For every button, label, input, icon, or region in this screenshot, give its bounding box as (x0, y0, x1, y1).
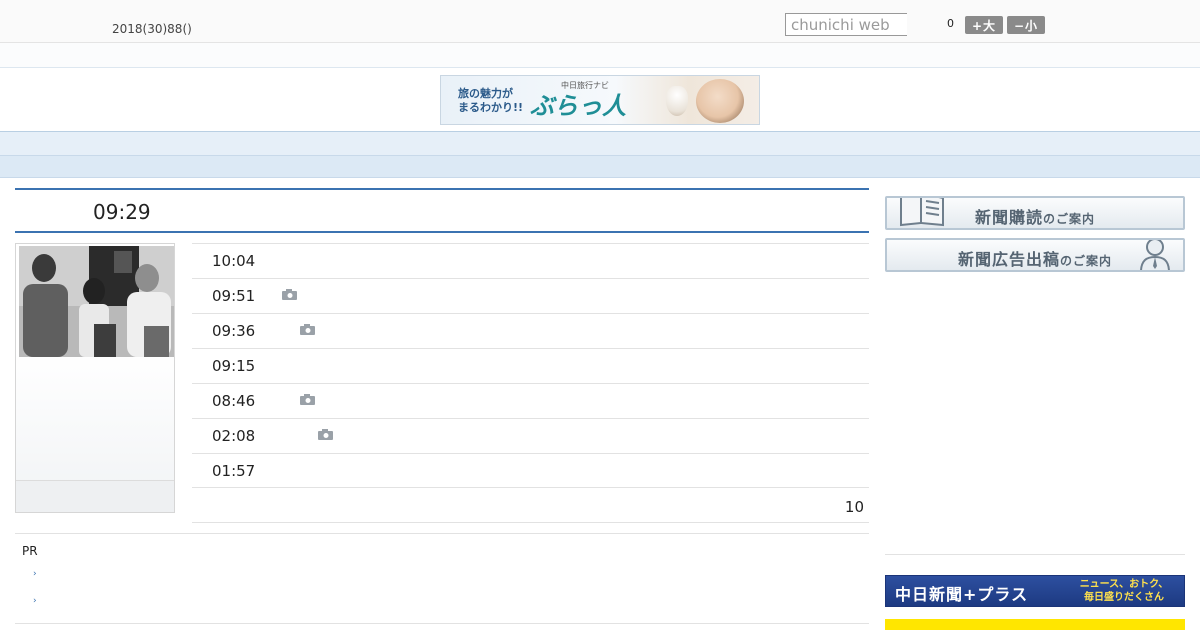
subscribe-button[interactable]: 新聞購読のご案内 (885, 196, 1185, 230)
subscribe-label-sub: のご案内 (1043, 212, 1096, 226)
camera-icon (282, 289, 297, 300)
more-link[interactable]: 10 (845, 498, 864, 516)
subscribe-label-main: 新聞購読 (974, 208, 1043, 227)
camera-icon (300, 394, 315, 405)
pr-box: PR › › (15, 533, 869, 624)
news-row[interactable]: 01:57 (192, 453, 869, 488)
travel-banner-ad[interactable]: 旅の魅力が まるわかり!! 中日旅行ナビ ぶらっ人 (440, 75, 760, 125)
banner-tagline-line2: まるわかり!! (458, 101, 524, 114)
sub-nav (0, 156, 1200, 178)
plus-banner-subtitle-line2: 毎日盛りだくさん (1084, 592, 1164, 603)
plus-banner-subtitle-line1: ニュース、おトク、 (1079, 579, 1169, 590)
news-time: 09:36 (212, 322, 256, 340)
news-photo-image (19, 246, 174, 357)
banner-tagline: 旅の魅力が まるわかり!! (458, 87, 523, 115)
top-bar: 2018(30)88() 0 +大 −小 (0, 0, 1200, 43)
headline-time: 09:29 (93, 200, 151, 224)
pr-label: PR (22, 544, 38, 558)
camera-icon (318, 429, 333, 440)
camera-icon (300, 324, 315, 335)
news-row[interactable]: 02:08 (192, 418, 869, 453)
more-link-row: 10 (192, 488, 869, 523)
date-label: 2018(30)88() (112, 22, 192, 36)
pr-link-arrow[interactable]: › (33, 596, 37, 606)
news-row[interactable]: 09:15 (192, 348, 869, 383)
sidebar-divider (885, 554, 1185, 555)
news-time: 08:46 (212, 392, 256, 410)
news-time: 09:51 (212, 287, 256, 305)
woman-photo (696, 79, 744, 123)
plus-banner-subtitle: ニュース、おトク、 毎日盛りだくさん (1069, 578, 1179, 604)
pr-link-arrow[interactable]: › (33, 569, 37, 579)
news-list: 10:04 09:51 09:36 09:15 08:46 02:08 01:5… (192, 243, 869, 488)
news-time: 02:08 (212, 427, 256, 445)
news-time: 01:57 (212, 462, 256, 480)
advertise-button[interactable]: 新聞広告出稿のご案内 (885, 238, 1185, 272)
news-time: 09:15 (212, 357, 256, 375)
advertise-label-sub: のご案内 (1060, 254, 1113, 268)
shell-image (666, 86, 688, 116)
font-smaller-button[interactable]: −小 (1007, 16, 1045, 34)
news-row[interactable]: 09:51 (192, 278, 869, 313)
advertise-label-main: 新聞広告出稿 (957, 250, 1060, 269)
headline-box: 09:29 (15, 188, 869, 233)
banner-title: ぶらっ人 (530, 91, 626, 120)
news-row[interactable]: 08:46 (192, 383, 869, 418)
businessman-icon (1140, 240, 1170, 270)
yellow-ad-banner[interactable] (885, 619, 1185, 630)
count-label: 0 (947, 17, 954, 30)
font-bigger-button[interactable]: +大 (965, 16, 1003, 34)
photo-panel (15, 243, 175, 513)
plus-banner-title: 中日新聞+プラス (895, 585, 1029, 604)
chunichi-plus-banner[interactable]: 中日新聞+プラス ニュース、おトク、 毎日盛りだくさん (885, 575, 1185, 607)
subscribe-label: 新聞購読のご案内 (887, 204, 1183, 228)
main-nav (0, 131, 1200, 156)
news-row[interactable]: 09:36 (192, 313, 869, 348)
photo-panel-footer (16, 480, 174, 512)
search-input[interactable] (785, 13, 907, 36)
news-photo[interactable] (19, 246, 174, 357)
header-strip (0, 43, 1200, 68)
news-time: 10:04 (212, 252, 256, 270)
news-row[interactable]: 10:04 (192, 243, 869, 278)
banner-tagline-line1: 旅の魅力が (458, 87, 513, 100)
